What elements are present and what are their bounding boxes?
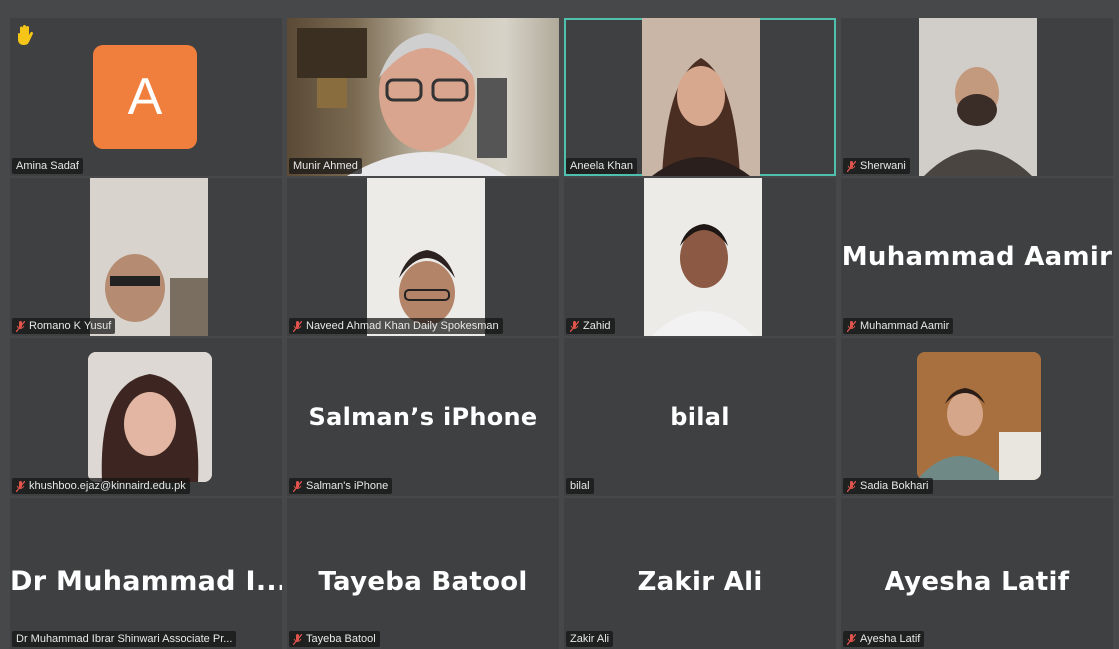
participant-name: Zakir Ali bbox=[570, 633, 610, 645]
participant-name: Tayeba Batool bbox=[306, 633, 376, 645]
participant-name-tag: Tayeba Batool bbox=[289, 631, 380, 647]
video-feed bbox=[88, 352, 212, 482]
participant-display-name: Dr Muhammad I... bbox=[10, 566, 282, 597]
participant-tile-bilal[interactable]: bilal bilal bbox=[564, 338, 836, 496]
participant-tile-amina-sadaf[interactable]: A Amina Sadaf bbox=[10, 18, 282, 176]
participant-display-name: Tayeba Batool bbox=[318, 567, 528, 597]
participant-tile-aneela-khan[interactable]: Aneela Khan bbox=[564, 18, 836, 176]
participant-name: Sherwani bbox=[860, 160, 906, 172]
participant-tile-munir-ahmed[interactable]: Munir Ahmed bbox=[287, 18, 559, 176]
participant-name: Salman's iPhone bbox=[306, 480, 389, 492]
participant-tile-sherwani[interactable]: Sherwani bbox=[841, 18, 1113, 176]
participant-name: Naveed Ahmad Khan Daily Spokesman bbox=[306, 320, 499, 332]
video-feed bbox=[90, 178, 208, 336]
mic-muted-icon bbox=[847, 160, 856, 172]
video-feed bbox=[287, 18, 559, 176]
participant-tile-tayeba-batool[interactable]: Tayeba Batool Tayeba Batool bbox=[287, 498, 559, 649]
video-feed bbox=[642, 18, 760, 176]
participant-tile-romano-k-yusuf[interactable]: Romano K Yusuf bbox=[10, 178, 282, 336]
raised-hand-icon bbox=[16, 24, 34, 51]
participant-name: Dr Muhammad Ibrar Shinwari Associate Pr.… bbox=[16, 633, 233, 645]
participant-name: Amina Sadaf bbox=[16, 160, 79, 172]
participant-name-tag: Sadia Bokhari bbox=[843, 478, 933, 494]
participant-display-name: Muhammad Aamir bbox=[841, 242, 1113, 272]
mic-muted-icon bbox=[293, 320, 302, 332]
participant-name-tag: Romano K Yusuf bbox=[12, 318, 116, 334]
participant-tile-salmans-iphone[interactable]: Salman’s iPhone Salman's iPhone bbox=[287, 338, 559, 496]
participant-display-name: Zakir Ali bbox=[637, 567, 763, 597]
participant-name: Ayesha Latif bbox=[860, 633, 921, 645]
participant-name: Sadia Bokhari bbox=[860, 480, 929, 492]
mic-muted-icon bbox=[293, 633, 302, 645]
participant-name-tag: Aneela Khan bbox=[566, 158, 637, 174]
mic-muted-icon bbox=[847, 633, 856, 645]
participant-tile-muhammad-aamir[interactable]: Muhammad Aamir Muhammad Aamir bbox=[841, 178, 1113, 336]
video-feed bbox=[917, 352, 1041, 480]
mic-muted-icon bbox=[847, 480, 856, 492]
participant-name-tag: Dr Muhammad Ibrar Shinwari Associate Pr.… bbox=[12, 631, 237, 647]
participant-name: Munir Ahmed bbox=[293, 160, 358, 172]
participant-name: Aneela Khan bbox=[570, 160, 633, 172]
participant-tile-dr-muhammad-ibrar[interactable]: Dr Muhammad I... Dr Muhammad Ibrar Shinw… bbox=[10, 498, 282, 649]
participant-name-tag: Zahid bbox=[566, 318, 615, 334]
participant-name: Muhammad Aamir bbox=[860, 320, 950, 332]
participant-name-tag: Sherwani bbox=[843, 158, 910, 174]
participant-tile-naveed-ahmad-khan[interactable]: Naveed Ahmad Khan Daily Spokesman bbox=[287, 178, 559, 336]
participant-display-name: Salman’s iPhone bbox=[308, 403, 538, 431]
participant-name-tag: Naveed Ahmad Khan Daily Spokesman bbox=[289, 318, 503, 334]
participant-name-tag: bilal bbox=[566, 478, 594, 494]
participant-tile-zahid[interactable]: Zahid bbox=[564, 178, 836, 336]
mic-muted-icon bbox=[847, 320, 856, 332]
mic-muted-icon bbox=[293, 480, 302, 492]
avatar: A bbox=[93, 45, 197, 149]
video-feed bbox=[367, 178, 485, 336]
participant-name: Romano K Yusuf bbox=[29, 320, 112, 332]
participant-name-tag: Zakir Ali bbox=[566, 631, 614, 647]
participant-tile-ayesha-latif[interactable]: Ayesha Latif Ayesha Latif bbox=[841, 498, 1113, 649]
participant-display-name: Ayesha Latif bbox=[884, 567, 1070, 597]
mic-muted-icon bbox=[570, 320, 579, 332]
video-feed bbox=[919, 18, 1037, 176]
participant-name-tag: Ayesha Latif bbox=[843, 631, 925, 647]
participant-tile-sadia-bokhari[interactable]: Sadia Bokhari bbox=[841, 338, 1113, 496]
participant-display-name: bilal bbox=[670, 403, 730, 431]
participant-name-tag: Amina Sadaf bbox=[12, 158, 83, 174]
participant-name: Zahid bbox=[583, 320, 611, 332]
participant-name-tag: Muhammad Aamir bbox=[843, 318, 954, 334]
participant-name-tag: khushboo.ejaz@kinnaird.edu.pk bbox=[12, 478, 190, 494]
mic-muted-icon bbox=[16, 480, 25, 492]
mic-muted-icon bbox=[16, 320, 25, 332]
participant-name: bilal bbox=[570, 480, 590, 492]
participant-name: khushboo.ejaz@kinnaird.edu.pk bbox=[29, 480, 186, 492]
participant-name-tag: Munir Ahmed bbox=[289, 158, 362, 174]
participant-name-tag: Salman's iPhone bbox=[289, 478, 393, 494]
video-feed bbox=[644, 178, 762, 336]
participant-tile-khushboo-ejaz[interactable]: khushboo.ejaz@kinnaird.edu.pk bbox=[10, 338, 282, 496]
participant-tile-zakir-ali[interactable]: Zakir Ali Zakir Ali bbox=[564, 498, 836, 649]
